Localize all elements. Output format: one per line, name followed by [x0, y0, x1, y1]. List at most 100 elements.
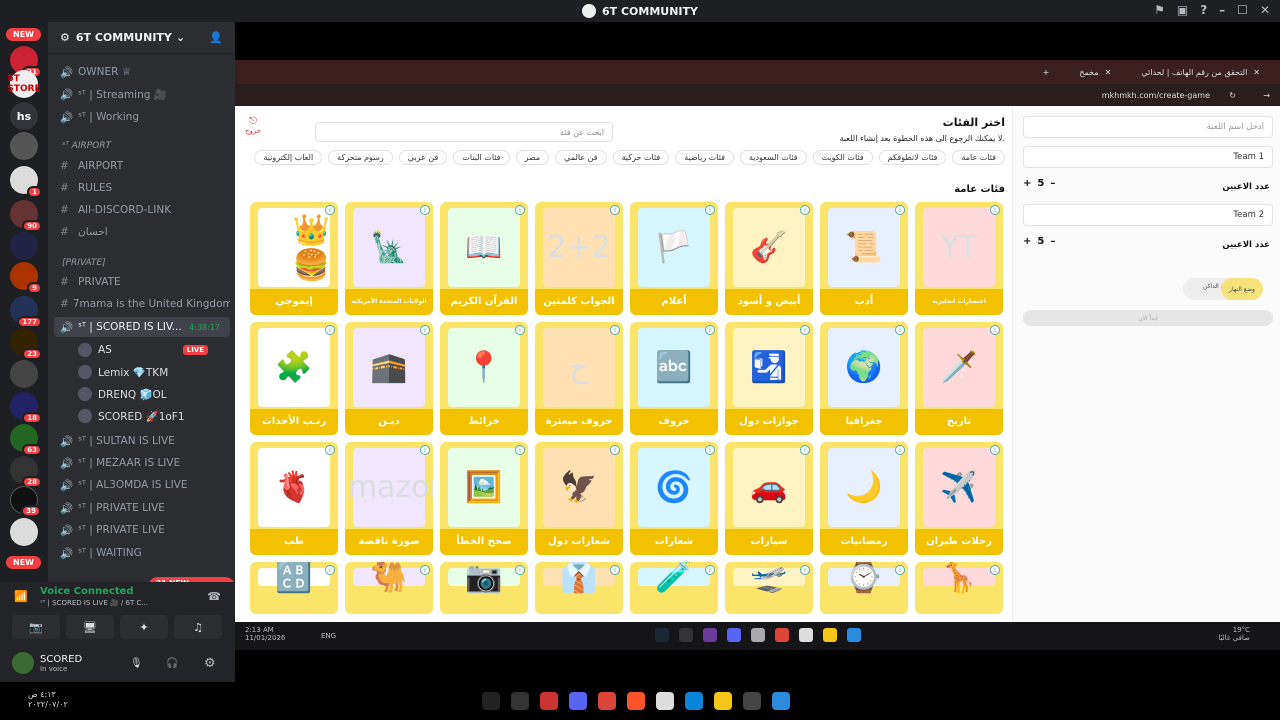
- category-chip[interactable]: فئات حركية: [612, 150, 670, 165]
- server-icon[interactable]: 18: [10, 392, 42, 424]
- screen-icon[interactable]: ▣: [1177, 3, 1188, 17]
- channel-item[interactable]: 🔊 ˢᵀ | PRIVATE LIVE: [54, 520, 230, 540]
- app-icon[interactable]: [679, 628, 693, 642]
- info-icon[interactable]: i: [420, 445, 430, 455]
- category-card[interactable]: 🫀 i طب: [250, 442, 338, 555]
- channel-item[interactable]: 🔊 ˢᵀ | PRIVATE LIVE: [54, 498, 230, 518]
- info-icon[interactable]: i: [705, 445, 715, 455]
- tab-mkhmkh[interactable]: مخمخ ✕: [1079, 68, 1111, 77]
- gear-icon[interactable]: ⚙: [204, 656, 216, 671]
- server-icon[interactable]: 177: [10, 296, 42, 328]
- info-icon[interactable]: i: [610, 445, 620, 455]
- app-icon[interactable]: [703, 628, 717, 642]
- info-icon[interactable]: i: [800, 205, 810, 215]
- info-icon[interactable]: i: [895, 325, 905, 335]
- channel-item[interactable]: # AIRPORT: [54, 156, 230, 176]
- channel-item[interactable]: # RULES: [54, 178, 230, 198]
- mic-icon[interactable]: 🎙: [130, 658, 143, 669]
- channel-item[interactable]: 🔊 OWNER ♕: [54, 62, 230, 82]
- voice-member[interactable]: AS LIVE: [72, 340, 230, 360]
- back-icon[interactable]: →: [1263, 91, 1270, 100]
- voice-channel[interactable]: ˢᵀ | SCORED IS LIVE 🎥 / 6T C...: [40, 599, 148, 607]
- category-card[interactable]: 2+2 i الجواب كلمتين: [535, 202, 623, 315]
- category-chip[interactable]: فئات رياضية: [675, 150, 734, 165]
- category-chip[interactable]: فئات السعودية: [739, 150, 807, 165]
- category-card[interactable]: 👑🍔 i إيموجي: [250, 202, 338, 315]
- category-card[interactable]: 📍 i خرائط: [440, 322, 528, 435]
- category-chip[interactable]: العاب إلكترونية: [254, 150, 323, 165]
- players-stepper[interactable]: +5–: [1023, 178, 1055, 189]
- server-icon[interactable]: 23: [10, 328, 42, 360]
- info-icon[interactable]: i: [705, 565, 715, 575]
- category-chip[interactable]: رسوم متحركة: [328, 150, 393, 165]
- team1-input[interactable]: Team 1: [1023, 146, 1273, 168]
- soundboard-button[interactable]: ♫: [174, 615, 222, 639]
- server-hs[interactable]: hs: [10, 102, 38, 130]
- category-card[interactable]: 🧪 i: [630, 562, 718, 614]
- screen-share-button[interactable]: 🖥: [66, 615, 114, 639]
- category-card[interactable]: 🐫 i: [345, 562, 433, 614]
- store-icon[interactable]: [799, 628, 813, 642]
- category-card[interactable]: 🌍 i جغرافيا: [820, 322, 908, 435]
- info-icon[interactable]: i: [420, 325, 430, 335]
- info-icon[interactable]: i: [420, 205, 430, 215]
- channel-item[interactable]: #7mama is the United Kingdom: [54, 294, 230, 314]
- channel-item[interactable]: 🔊 ˢᵀ | WAITING: [54, 543, 230, 563]
- category-card[interactable]: 📷 i: [440, 562, 528, 614]
- channel-item[interactable]: 🔊 ˢᵀ | AL3OMDA IS LIVE: [54, 475, 230, 495]
- brave-icon[interactable]: [627, 692, 645, 710]
- channel-item[interactable]: 🔊 ˢᵀ | SULTAN IS LIVE: [54, 431, 230, 451]
- channel-item[interactable]: # PRIVATE: [54, 272, 230, 292]
- new-tab-button[interactable]: +: [1043, 68, 1050, 77]
- discord-icon[interactable]: [569, 692, 587, 710]
- channel-item[interactable]: # احسان: [54, 222, 230, 242]
- info-icon[interactable]: i: [990, 205, 1000, 215]
- reload-icon[interactable]: ↻: [1229, 91, 1236, 100]
- info-icon[interactable]: i: [610, 325, 620, 335]
- voice-member[interactable]: DRENQ 🧊OL: [72, 384, 230, 404]
- info-icon[interactable]: i: [895, 445, 905, 455]
- info-icon[interactable]: i: [990, 565, 1000, 575]
- discord-icon[interactable]: [727, 628, 741, 642]
- app-icon[interactable]: [482, 692, 500, 710]
- channel-item[interactable]: 🔊 ˢᵀ | MEZAAR IS LIVE: [54, 453, 230, 473]
- help-icon[interactable]: ?: [1200, 3, 1207, 17]
- voice-member[interactable]: Lemix 💎TKM: [72, 362, 230, 382]
- channel-category[interactable]: ˢᵀ AIRPORT: [62, 141, 111, 151]
- category-card[interactable]: 🔠 i: [250, 562, 338, 614]
- app-icon[interactable]: [751, 628, 765, 642]
- server-icon[interactable]: 90: [10, 200, 42, 232]
- category-card[interactable]: 🎸 i أبيض و أسود: [725, 202, 813, 315]
- category-chip[interactable]: فئات الكويت: [812, 150, 873, 165]
- camera-button[interactable]: 📷: [12, 615, 60, 639]
- channel-item[interactable]: 🔊 ˢᵀ | Working: [54, 107, 230, 127]
- server-header[interactable]: ⚙ 6T COMMUNITY ⌄ 👤: [48, 22, 235, 54]
- disconnect-icon[interactable]: ☎: [207, 590, 221, 603]
- tab-verify[interactable]: التحقق من رقم الهاتف | لحدائي ✕: [1141, 68, 1260, 77]
- exit-button[interactable]: ⎋ خروج: [245, 116, 261, 135]
- info-icon[interactable]: i: [325, 565, 335, 575]
- server-icon[interactable]: 9: [10, 262, 42, 294]
- folder-icon[interactable]: [714, 692, 732, 710]
- server-icon[interactable]: [10, 518, 38, 546]
- windows-icon[interactable]: [847, 628, 861, 642]
- category-card[interactable]: YT i اختصارات انجليزية: [915, 202, 1003, 315]
- steam-icon[interactable]: [655, 628, 669, 642]
- channel-active[interactable]: 🔊 ˢᵀ | SCORED IS LIV... 4:38:17: [54, 317, 230, 337]
- server-6t-store[interactable]: 6T STORE: [7, 70, 41, 98]
- server-icon[interactable]: 63: [10, 424, 42, 456]
- theme-toggle[interactable]: ☾ الوضع الداكن وضع النهار: [1183, 278, 1263, 300]
- category-card[interactable]: 🗽 i الولايات المتحدة الأمريكية: [345, 202, 433, 315]
- channel-item[interactable]: 🔊 ˢᵀ | Streaming 🎥: [54, 84, 230, 104]
- maximize-icon[interactable]: ☐: [1237, 3, 1248, 17]
- search-icon[interactable]: [743, 692, 761, 710]
- category-card[interactable]: 🏳️ i أعلام: [630, 202, 718, 315]
- info-icon[interactable]: i: [325, 445, 335, 455]
- chrome-icon[interactable]: [775, 628, 789, 642]
- category-card[interactable]: 🌙 i رمضانيات: [820, 442, 908, 555]
- channel-category[interactable]: [PRIVATE]: [62, 258, 106, 268]
- server-icon[interactable]: [10, 132, 38, 160]
- headphones-icon[interactable]: 🎧: [166, 658, 178, 669]
- info-icon[interactable]: i: [515, 445, 525, 455]
- info-icon[interactable]: i: [705, 205, 715, 215]
